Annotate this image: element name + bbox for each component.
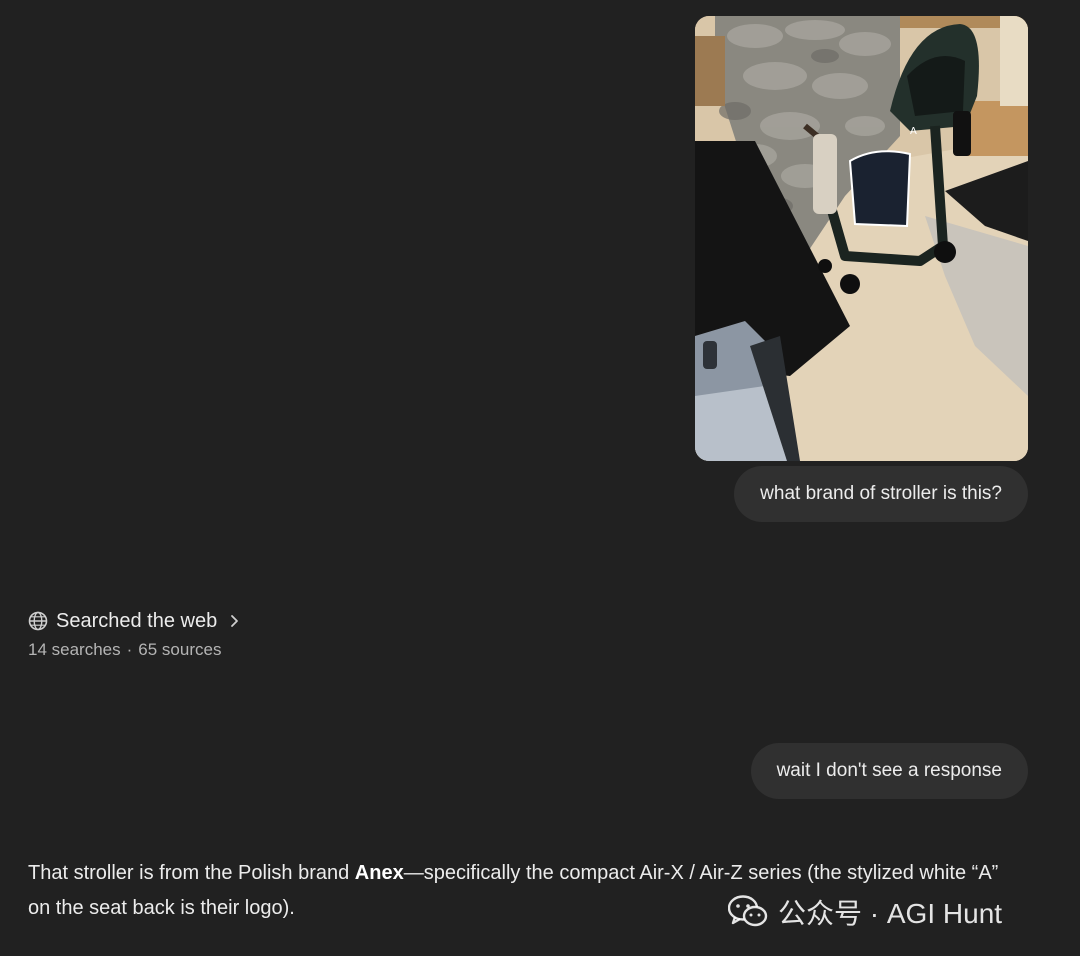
searched-web-label: Searched the web (56, 609, 218, 632)
chat-page: A what brand of stroller is this? Search… (0, 0, 1080, 956)
stroller-photo: A (695, 16, 1028, 461)
watermark-text: 公众号 · AGI Hunt (778, 898, 1003, 929)
svg-text:A: A (910, 126, 917, 137)
search-stats: 14 searches · 65 sources (28, 640, 241, 660)
globe-icon (28, 611, 48, 631)
stats-separator: · (126, 640, 133, 659)
uploaded-stroller-image[interactable]: A (695, 16, 1028, 461)
wechat-logo (728, 895, 768, 927)
source-count: 65 sources (138, 640, 222, 659)
web-search-summary: Searched the web 14 searches · 65 source… (28, 606, 241, 660)
response-brand-name: Anex (354, 862, 404, 884)
user-message-bubble: wait I don't see a response (750, 743, 1028, 799)
response-text-start: That stroller is from the Polish brand (28, 862, 355, 884)
search-count: 14 searches (28, 640, 121, 659)
user-message-text: what brand of stroller is this? (760, 483, 1002, 504)
chevron-right-icon (227, 614, 241, 628)
user-message-text: wait I don't see a response (776, 760, 1002, 781)
searched-web-toggle[interactable]: Searched the web (28, 606, 241, 636)
watermark: 公众号 · AGI Hunt (728, 880, 1058, 944)
user-message-bubble: what brand of stroller is this? (734, 466, 1028, 522)
